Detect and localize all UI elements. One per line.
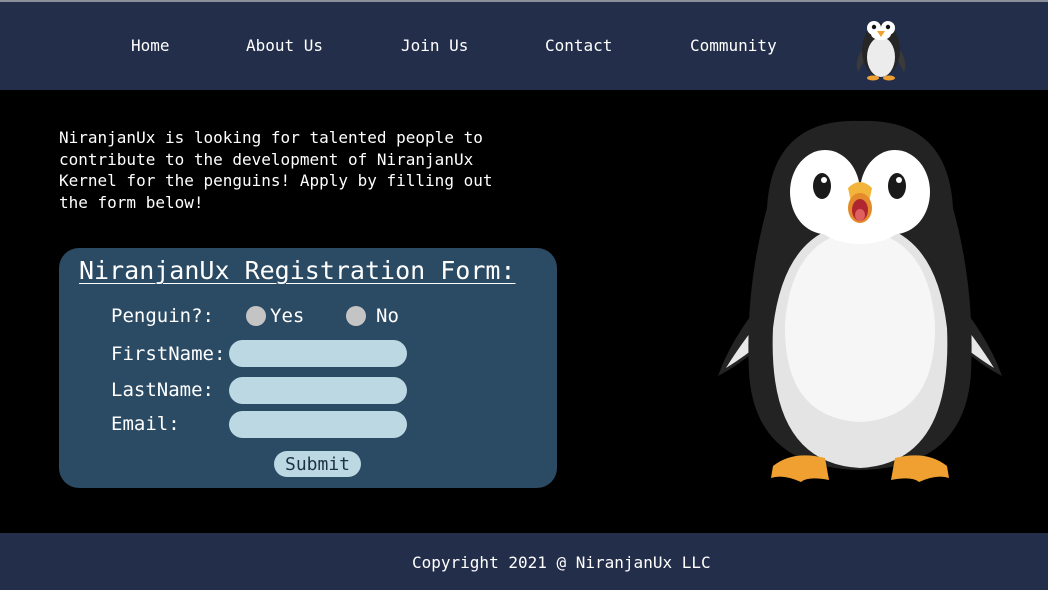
firstname-field[interactable] xyxy=(229,340,407,367)
email-field[interactable] xyxy=(229,411,407,438)
nav-community-link[interactable]: Community xyxy=(690,36,777,55)
penguin-icon[interactable] xyxy=(852,10,910,82)
penguin-label: Penguin?: xyxy=(111,305,214,327)
penguin-no-label[interactable]: No xyxy=(376,305,399,327)
registration-form: NiranjanUx Registration Form: Penguin?: … xyxy=(59,248,557,488)
email-label: Email: xyxy=(111,413,180,435)
form-title: NiranjanUx Registration Form: xyxy=(79,256,516,285)
navbar: Home About Us Join Us Contact Community xyxy=(0,2,1048,90)
footer: Copyright 2021 @ NiranjanUx LLC xyxy=(0,533,1048,590)
penguin-yes-radio[interactable] xyxy=(246,306,266,326)
lastname-field[interactable] xyxy=(229,377,407,404)
nav-about-us-link[interactable]: About Us xyxy=(246,36,323,55)
nav-home-link[interactable]: Home xyxy=(131,36,170,55)
firstname-label: FirstName: xyxy=(111,343,226,365)
penguin-illustration xyxy=(718,120,1002,482)
submit-button[interactable]: Submit xyxy=(274,451,361,477)
lastname-label: LastName: xyxy=(111,379,214,401)
penguin-yes-label[interactable]: Yes xyxy=(270,305,304,327)
nav-contact-link[interactable]: Contact xyxy=(545,36,612,55)
intro-text: NiranjanUx is looking for talented peopl… xyxy=(59,128,493,212)
copyright-text: Copyright 2021 @ NiranjanUx LLC xyxy=(412,553,711,572)
penguin-no-radio[interactable] xyxy=(346,306,366,326)
nav-join-us-link[interactable]: Join Us xyxy=(401,36,468,55)
